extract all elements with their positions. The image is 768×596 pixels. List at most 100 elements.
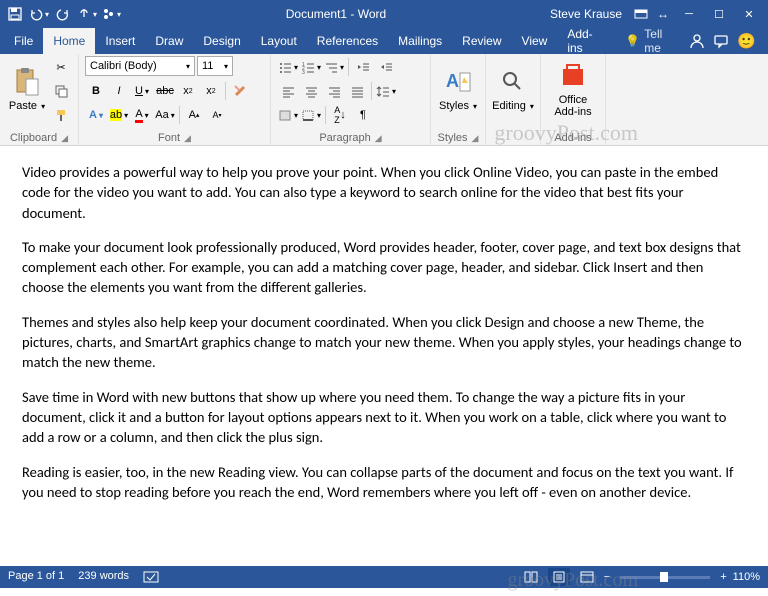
- close-button[interactable]: ✕: [734, 0, 764, 28]
- tab-insert[interactable]: Insert: [95, 28, 145, 54]
- font-size-select[interactable]: 11▾: [197, 56, 233, 76]
- editing-button[interactable]: Editing▾: [492, 56, 534, 122]
- tab-view[interactable]: View: [512, 28, 558, 54]
- tab-design[interactable]: Design: [193, 28, 250, 54]
- zoom-slider-thumb[interactable]: [660, 572, 668, 582]
- paragraph[interactable]: Save time in Word with new buttons that …: [22, 387, 746, 448]
- page-count[interactable]: Page 1 of 1: [8, 570, 64, 584]
- zoom-in-button[interactable]: +: [720, 571, 726, 583]
- styles-group-label: Styles: [438, 132, 468, 144]
- multilevel-button[interactable]: ▾: [323, 56, 345, 78]
- tab-draw[interactable]: Draw: [145, 28, 193, 54]
- italic-button[interactable]: I: [108, 80, 130, 102]
- sort-button[interactable]: AZ↓: [329, 104, 351, 126]
- change-case-button[interactable]: Aa▾: [154, 104, 176, 126]
- paragraph[interactable]: Themes and styles also help keep your do…: [22, 312, 746, 373]
- paste-label: Paste: [9, 100, 37, 112]
- group-font: Calibri (Body)▾ 11▾ B I U▾ abc x2 x2 A▾ …: [79, 54, 271, 146]
- zoom-level[interactable]: 110%: [733, 571, 760, 583]
- document-area[interactable]: Video provides a powerful way to help yo…: [0, 146, 768, 566]
- paragraph[interactable]: Reading is easier, too, in the new Readi…: [22, 462, 746, 503]
- shrink-font-button[interactable]: A▾: [206, 104, 228, 126]
- status-bar: Page 1 of 1 239 words − + 110% groovyPos…: [0, 566, 768, 588]
- share-icon[interactable]: ▾: [100, 3, 122, 25]
- font-label: Font: [158, 132, 180, 144]
- comment-icon[interactable]: [713, 33, 729, 49]
- zoom-slider[interactable]: [620, 576, 710, 579]
- numbering-button[interactable]: 123▾: [300, 56, 322, 78]
- tell-me-label: Tell me: [644, 27, 681, 55]
- align-right-button[interactable]: [323, 80, 345, 102]
- align-center-button[interactable]: [300, 80, 322, 102]
- align-left-button[interactable]: [277, 80, 299, 102]
- format-painter-button[interactable]: [50, 104, 72, 126]
- grow-font-button[interactable]: A▴: [183, 104, 205, 126]
- svg-text:3: 3: [302, 70, 305, 74]
- ribbon-display-icon[interactable]: [630, 3, 652, 25]
- borders-button[interactable]: ▾: [300, 104, 322, 126]
- editing-label: Editing: [492, 100, 526, 112]
- tab-addins[interactable]: Add-ins: [557, 28, 617, 54]
- shading-button[interactable]: ▾: [277, 104, 299, 126]
- show-marks-button[interactable]: ¶: [352, 104, 374, 126]
- styles-launcher[interactable]: ◢: [472, 133, 479, 144]
- addins-label: Add-ins: [554, 132, 591, 144]
- web-layout-button[interactable]: [576, 568, 598, 586]
- font-launcher[interactable]: ◢: [184, 133, 191, 144]
- text-effects-button[interactable]: A▾: [85, 104, 107, 126]
- undo-icon[interactable]: ▾: [28, 3, 50, 25]
- decrease-indent-button[interactable]: [352, 56, 374, 78]
- tab-review[interactable]: Review: [452, 28, 511, 54]
- clear-format-button[interactable]: [229, 80, 251, 102]
- paste-button[interactable]: Paste▾: [6, 56, 48, 122]
- maximize-button[interactable]: ☐: [704, 0, 734, 28]
- sync-icon[interactable]: ↔: [652, 3, 674, 25]
- ribbon: Paste▾ ✂ Clipboard◢ Calibri (Body)▾ 11▾ …: [0, 54, 768, 146]
- paragraph-launcher[interactable]: ◢: [375, 133, 382, 144]
- user-name[interactable]: Steve Krause: [550, 7, 622, 21]
- store-icon: [557, 60, 589, 92]
- tab-home[interactable]: Home: [43, 28, 95, 54]
- justify-button[interactable]: [346, 80, 368, 102]
- font-color-button[interactable]: A▾: [131, 104, 153, 126]
- increase-indent-button[interactable]: [375, 56, 397, 78]
- underline-button[interactable]: U▾: [131, 80, 153, 102]
- clipboard-launcher[interactable]: ◢: [61, 133, 68, 144]
- tab-references[interactable]: References: [307, 28, 388, 54]
- print-layout-button[interactable]: [548, 568, 570, 586]
- styles-button[interactable]: A Styles▾: [437, 56, 479, 122]
- addins-btn-label: Office Add-ins: [554, 94, 591, 118]
- paragraph[interactable]: Video provides a powerful way to help yo…: [22, 162, 746, 223]
- office-addins-button[interactable]: Office Add-ins: [547, 56, 599, 122]
- redo-icon[interactable]: [52, 3, 74, 25]
- spelling-icon[interactable]: [143, 570, 159, 584]
- tab-file[interactable]: File: [4, 28, 43, 54]
- word-count[interactable]: 239 words: [78, 570, 129, 584]
- read-mode-button[interactable]: [520, 568, 542, 586]
- tab-layout[interactable]: Layout: [251, 28, 307, 54]
- group-addins: Office Add-ins Add-ins: [541, 54, 606, 146]
- quick-access-toolbar: ▾ ▾ ▾: [4, 3, 122, 25]
- paragraph[interactable]: To make your document look professionall…: [22, 237, 746, 298]
- clipboard-label: Clipboard: [10, 132, 57, 144]
- save-icon[interactable]: [4, 3, 26, 25]
- group-clipboard: Paste▾ ✂ Clipboard ◢: [0, 54, 79, 146]
- touch-mode-icon[interactable]: ▾: [76, 3, 98, 25]
- line-spacing-button[interactable]: ▾: [375, 80, 397, 102]
- font-name-value: Calibri (Body): [90, 60, 157, 72]
- superscript-button[interactable]: x2: [200, 80, 222, 102]
- highlight-button[interactable]: ab▾: [108, 104, 130, 126]
- font-name-select[interactable]: Calibri (Body)▾: [85, 56, 195, 76]
- group-editing: Editing▾: [486, 54, 541, 146]
- tab-mailings[interactable]: Mailings: [388, 28, 452, 54]
- styles-label: Styles: [439, 100, 469, 112]
- cut-button[interactable]: ✂: [50, 56, 72, 78]
- account-icon[interactable]: [689, 33, 705, 49]
- bullets-button[interactable]: ▾: [277, 56, 299, 78]
- subscript-button[interactable]: x2: [177, 80, 199, 102]
- bold-button[interactable]: B: [85, 80, 107, 102]
- emoji-icon[interactable]: 🙂: [737, 32, 756, 50]
- zoom-out-button[interactable]: −: [604, 571, 610, 583]
- copy-button[interactable]: [50, 80, 72, 102]
- strikethrough-button[interactable]: abc: [154, 80, 176, 102]
